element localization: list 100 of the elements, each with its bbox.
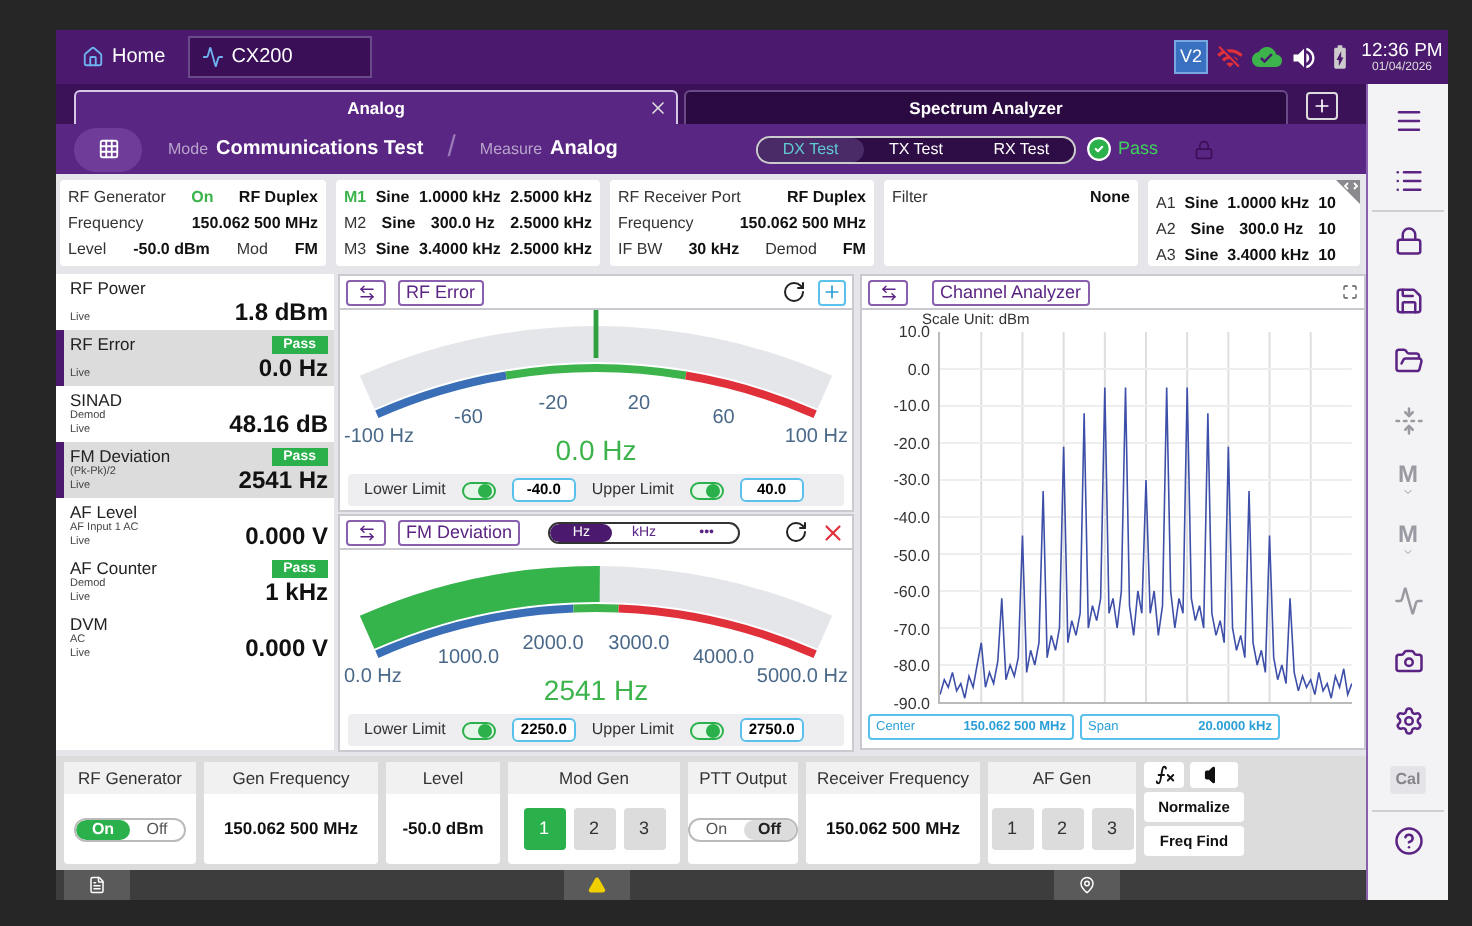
apps-button[interactable]	[74, 127, 142, 171]
separator: /	[447, 128, 456, 169]
gauge-title[interactable]: RF Error	[398, 279, 483, 305]
notes-button[interactable]	[64, 870, 130, 900]
measurement-value: 2541 Hz	[238, 466, 328, 494]
cloud-check-icon	[1252, 42, 1282, 72]
info-text: 2.5000 kHz	[510, 239, 592, 259]
scale-label: -60	[454, 407, 483, 429]
info-text: Frequency	[68, 213, 144, 233]
pass-status: Pass	[1117, 135, 1158, 162]
limit-toggle[interactable]	[689, 481, 724, 499]
plus-icon	[1312, 96, 1332, 116]
scale-label: 1000.0	[437, 647, 500, 669]
page-nav-icon[interactable]	[1336, 180, 1360, 204]
number-button[interactable]: 2	[573, 808, 615, 850]
test-option[interactable]: RX Test	[968, 137, 1074, 161]
info-text: 300.0 Hz	[430, 213, 495, 233]
swap-button[interactable]	[346, 279, 386, 305]
y-axis-label: -30.0	[893, 471, 930, 490]
location-button[interactable]	[1054, 870, 1120, 900]
info-text: FM	[294, 239, 318, 259]
pass-check-icon	[1085, 136, 1112, 162]
swap-icon	[879, 283, 897, 301]
camera-icon	[1393, 645, 1423, 675]
expand-icon[interactable]	[1342, 284, 1358, 300]
measure-label: Measure	[479, 137, 543, 161]
function-icon	[1153, 764, 1175, 786]
info-text: 150.062 500 MHz	[739, 213, 866, 233]
audio-button[interactable]	[1190, 762, 1238, 788]
chevron-down-icon	[1400, 485, 1416, 497]
measurement-name: RF Error	[70, 334, 136, 354]
add-tab-button[interactable]	[1306, 92, 1338, 120]
info-text: On	[191, 187, 214, 207]
scale-min-label: 0.0 Hz	[344, 666, 402, 688]
plus-icon	[822, 282, 842, 302]
warning-button[interactable]	[564, 870, 630, 900]
fold-icon	[1393, 405, 1423, 435]
measurement-name: AF Counter	[70, 558, 157, 578]
gauge-title[interactable]: FM Deviation	[398, 519, 521, 545]
gauge-reading: 0.0 Hz	[555, 434, 637, 466]
info-text: Sine	[381, 213, 416, 233]
info-text: 150.062 500 MHz	[191, 213, 318, 233]
refresh-icon[interactable]	[782, 280, 806, 304]
spectrum-title[interactable]: Channel Analyzer	[932, 279, 1090, 305]
menu-icon	[1393, 105, 1423, 135]
y-axis-label: -90.0	[893, 695, 930, 713]
info-text: RF Duplex	[238, 187, 318, 207]
limit-toggle[interactable]	[461, 721, 496, 739]
app-tab[interactable]: Home	[68, 36, 180, 78]
info-text: 3.4000 kHz	[1227, 245, 1310, 265]
info-text: Frequency	[618, 213, 694, 233]
swap-icon	[357, 523, 375, 541]
clock-time: 12:36 PM	[1361, 39, 1443, 61]
y-axis-label: 0.0	[907, 360, 930, 379]
close-icon[interactable]	[820, 519, 846, 545]
switch-option[interactable]: On	[690, 819, 743, 839]
gauge-reading: 2541 Hz	[543, 674, 649, 706]
test-option[interactable]: DX Test	[757, 137, 864, 161]
number-button[interactable]: 1	[991, 808, 1033, 850]
limit-label: Lower Limit	[364, 718, 446, 742]
test-option[interactable]: TX Test	[863, 137, 969, 161]
switch-option[interactable]: Off	[743, 819, 796, 839]
info-text: -50.0 dBm	[133, 239, 210, 259]
info-text: A2	[1156, 219, 1176, 239]
function-button[interactable]	[1144, 762, 1184, 788]
info-text: Sine	[1184, 245, 1219, 265]
info-text: A3	[1156, 245, 1176, 265]
control-value[interactable]: 150.062 500 MHz	[223, 816, 359, 842]
wifi-off-icon	[1216, 43, 1244, 71]
close-tab-icon[interactable]	[648, 98, 668, 118]
app-tab[interactable]: CX200	[187, 36, 372, 78]
number-button[interactable]: 2	[1041, 808, 1083, 850]
mode-label: Mode	[168, 137, 209, 161]
speaker-icon[interactable]	[1290, 43, 1318, 71]
y-axis-label: -80.0	[893, 657, 930, 676]
list-icon	[1393, 165, 1423, 195]
info-text: 10	[1318, 219, 1336, 239]
tab[interactable]: Spectrum Analyzer	[684, 90, 1288, 124]
info-text: Level	[68, 239, 107, 259]
refresh-icon[interactable]	[784, 520, 808, 544]
control-value[interactable]: -50.0 dBm	[402, 816, 484, 842]
swap-button[interactable]	[346, 519, 386, 545]
scale-label: -20	[538, 392, 568, 415]
measure-value: Analog	[550, 136, 618, 164]
info-text: Sine	[375, 239, 410, 259]
number-button[interactable]: 3	[623, 808, 665, 850]
info-text: None	[1090, 187, 1130, 207]
limit-toggle[interactable]	[461, 481, 496, 499]
swap-button[interactable]	[868, 279, 908, 305]
info-text: 1.0000 kHz	[1227, 193, 1310, 213]
control-value[interactable]: 150.062 500 MHz	[825, 816, 961, 842]
switch-option[interactable]: Off	[130, 819, 184, 839]
scale-min-label: -100 Hz	[344, 426, 415, 448]
waveform-icon	[201, 46, 224, 68]
info-text: 2.5000 kHz	[510, 213, 592, 233]
tab[interactable]: Analog	[74, 90, 678, 124]
measurement-value: 1 kHz	[265, 578, 328, 606]
number-button[interactable]: 3	[1091, 808, 1133, 850]
info-text: 10	[1318, 193, 1336, 213]
limit-toggle[interactable]	[689, 721, 724, 739]
